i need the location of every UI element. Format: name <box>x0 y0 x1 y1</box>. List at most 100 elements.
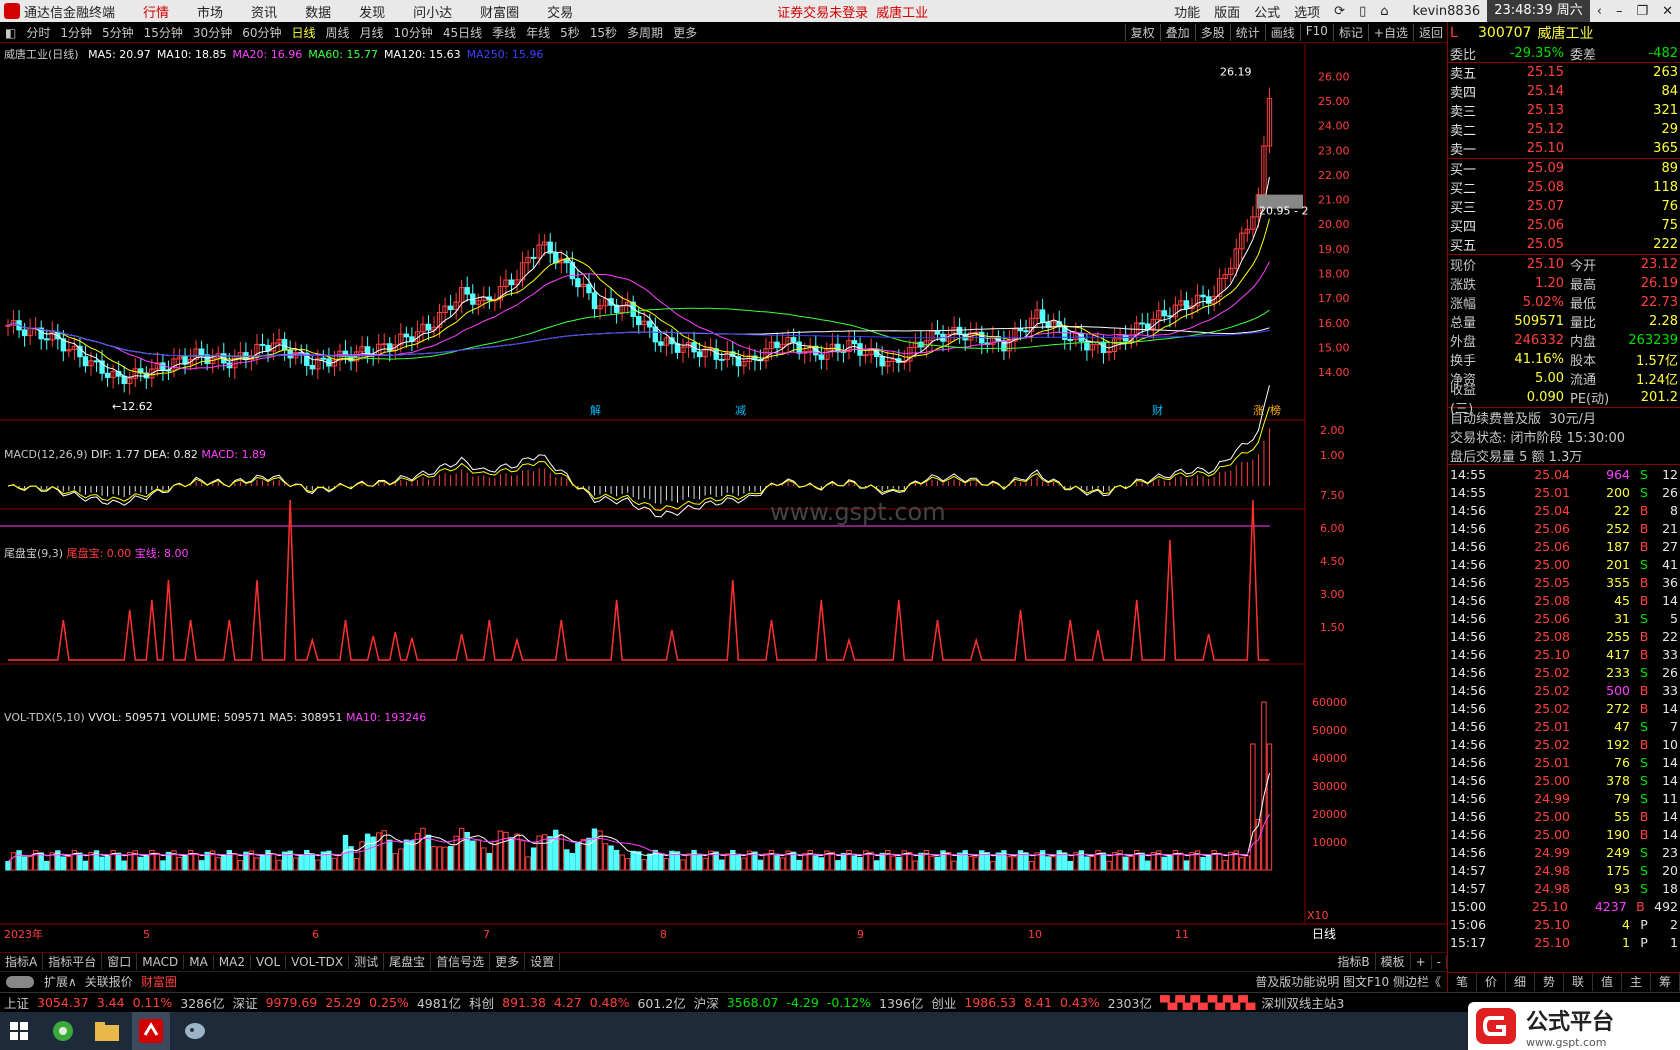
ask-row[interactable]: 卖四 25.14 84 <box>1448 82 1680 101</box>
quote-tab[interactable]: 筹 <box>1651 973 1680 991</box>
period-15s[interactable]: 15秒 <box>585 24 622 41</box>
period-quarter[interactable]: 季线 <box>487 24 521 41</box>
period-15min[interactable]: 15分钟 <box>139 24 188 41</box>
period-intraday[interactable]: 分时 <box>21 24 55 41</box>
bid-row[interactable]: 买五 25.05 222 <box>1448 235 1680 254</box>
period-multi[interactable]: 多周期 <box>622 24 668 41</box>
ask-row[interactable]: 卖三 25.13 321 <box>1448 101 1680 120</box>
tool-overlay[interactable]: 叠加 <box>1159 24 1195 41</box>
refresh-icon[interactable]: ⟳ <box>1327 4 1352 19</box>
tick-list[interactable]: 14:55 25.04 964 S 12 14:55 25.01 200 S 26 14:56 25.… <box>1448 465 1680 951</box>
idx-sz-label[interactable]: 深证 <box>229 993 262 1012</box>
tab-ma2[interactable]: MA2 <box>214 954 251 969</box>
idx-hs-label[interactable]: 沪深 <box>690 993 723 1012</box>
bid-row[interactable]: 买一 25.09 89 <box>1448 159 1680 178</box>
menu-function[interactable]: 功能 <box>1167 2 1207 21</box>
quote-tab[interactable]: 势 <box>1535 973 1564 991</box>
login-warning[interactable]: 证券交易未登录 <box>777 2 868 21</box>
period-10min[interactable]: 10分钟 <box>389 24 438 41</box>
ask-row[interactable]: 卖二 25.12 29 <box>1448 120 1680 139</box>
nav-ask[interactable]: 问小达 <box>399 2 466 21</box>
browser-icon[interactable] <box>44 1012 82 1050</box>
quote-tab[interactable]: 笔 <box>1448 973 1477 991</box>
promo-row[interactable]: 自动续费普及版 30元/月 <box>1448 408 1680 427</box>
tab-ma[interactable]: MA <box>184 954 214 969</box>
tool-adjust[interactable]: 复权 <box>1124 24 1160 41</box>
tab-expand[interactable]: 扩展∧ <box>40 973 81 990</box>
tab-macd[interactable]: MACD <box>137 954 185 969</box>
period-more[interactable]: 更多 <box>668 24 702 41</box>
menu-formula[interactable]: 公式 <box>1247 2 1287 21</box>
username[interactable]: kevin8836 <box>1406 4 1488 19</box>
bid-row[interactable]: 买四 25.06 75 <box>1448 216 1680 235</box>
tab-related[interactable]: 关联报价 <box>81 973 137 990</box>
period-monthly[interactable]: 月线 <box>355 24 389 41</box>
quote-tab[interactable]: 联 <box>1564 973 1593 991</box>
phone-icon[interactable]: ▯ <box>1352 4 1373 19</box>
tab-indicator-platform[interactable]: 指标平台 <box>43 953 103 970</box>
windows-start-icon[interactable] <box>0 1012 38 1050</box>
tool-stats[interactable]: 统计 <box>1229 24 1265 41</box>
idx-sh-label[interactable]: 上证 <box>0 993 33 1012</box>
tab-window[interactable]: 窗口 <box>102 953 138 970</box>
minimize-icon[interactable]: – <box>1609 4 1630 19</box>
menu-layout[interactable]: 版面 <box>1207 2 1247 21</box>
nav-news[interactable]: 资讯 <box>237 2 291 21</box>
tool-f10[interactable]: F10 <box>1299 24 1333 41</box>
nav-data[interactable]: 数据 <box>291 2 345 21</box>
nav-market[interactable]: 市场 <box>183 2 237 21</box>
restore-icon[interactable]: ❐ <box>1629 4 1655 19</box>
period-toggle-icon[interactable]: ◧ <box>0 26 21 40</box>
quote-tab[interactable]: 主 <box>1622 973 1651 991</box>
nav-quotes[interactable]: 行情 <box>129 2 183 21</box>
quote-tab[interactable]: 价 <box>1477 973 1506 991</box>
folder-icon[interactable] <box>88 1012 126 1050</box>
back-icon[interactable]: ‹ <box>1590 4 1609 19</box>
period-daily[interactable]: 日线 <box>286 24 320 41</box>
tab-vol-tdx[interactable]: VOL-TDX <box>286 954 350 969</box>
tab-test[interactable]: 测试 <box>349 953 385 970</box>
tool-draw[interactable]: 画线 <box>1264 24 1300 41</box>
tab-more[interactable]: 更多 <box>490 953 526 970</box>
quote-tab[interactable]: 细 <box>1506 973 1535 991</box>
nav-wealth[interactable]: 财富圈 <box>466 2 533 21</box>
bid-row[interactable]: 买二 25.08 118 <box>1448 178 1680 197</box>
tool-mark[interactable]: 标记 <box>1332 24 1368 41</box>
zoom-in-button[interactable]: + <box>1411 954 1432 969</box>
period-1min[interactable]: 1分钟 <box>55 24 97 41</box>
tab-indicator-a[interactable]: 指标A <box>0 953 44 970</box>
period-5min[interactable]: 5分钟 <box>97 24 139 41</box>
tab-wpb[interactable]: 尾盘宝 <box>384 953 432 970</box>
zoom-out-button[interactable]: - <box>1432 954 1447 969</box>
chat-app-icon[interactable] <box>176 1012 214 1050</box>
idx-kc-label[interactable]: 科创 <box>465 993 498 1012</box>
nav-trade[interactable]: 交易 <box>533 2 587 21</box>
bid-row[interactable]: 买三 25.07 76 <box>1448 197 1680 216</box>
close-icon[interactable]: ✕ <box>1655 4 1680 19</box>
period-30min[interactable]: 30分钟 <box>188 24 237 41</box>
lock-icon[interactable]: ⌂ <box>1373 4 1395 19</box>
period-60min[interactable]: 60分钟 <box>237 24 286 41</box>
tab-indicator-b[interactable]: 指标B <box>1332 953 1376 970</box>
quote-tab[interactable]: 值 <box>1593 973 1622 991</box>
tab-wealth[interactable]: 财富圈 <box>137 973 181 990</box>
server-name[interactable]: 深圳双线主站3 <box>1257 993 1348 1012</box>
promo-text[interactable]: 自动续费普及版 <box>1450 408 1541 427</box>
nav-discover[interactable]: 发现 <box>345 2 399 21</box>
ask-row[interactable]: 卖一 25.10 365 <box>1448 139 1680 158</box>
kline-chart[interactable]: 26.19←12.6220.95 - 2解减财涨榜 26.0025.0024.0… <box>0 44 1447 951</box>
ask-row[interactable]: 卖五 25.15 263 <box>1448 63 1680 82</box>
menu-options[interactable]: 选项 <box>1287 2 1327 21</box>
period-year[interactable]: 年线 <box>521 24 555 41</box>
help-link[interactable]: 普及版功能说明 图文F10 侧边栏《 <box>1255 973 1447 990</box>
tdx-app-icon[interactable] <box>132 1012 170 1050</box>
tab-template[interactable]: 模板 <box>1376 953 1411 970</box>
tool-multi[interactable]: 多股 <box>1194 24 1230 41</box>
tab-settings[interactable]: 设置 <box>525 953 561 970</box>
toggle-switch[interactable] <box>6 975 34 988</box>
tab-vol[interactable]: VOL <box>251 954 287 969</box>
tool-back[interactable]: 返回 <box>1412 24 1448 41</box>
idx-cy-label[interactable]: 创业 <box>927 993 960 1012</box>
tool-watchlist[interactable]: +自选 <box>1367 24 1413 41</box>
tab-first-signal[interactable]: 首信号选 <box>431 953 491 970</box>
